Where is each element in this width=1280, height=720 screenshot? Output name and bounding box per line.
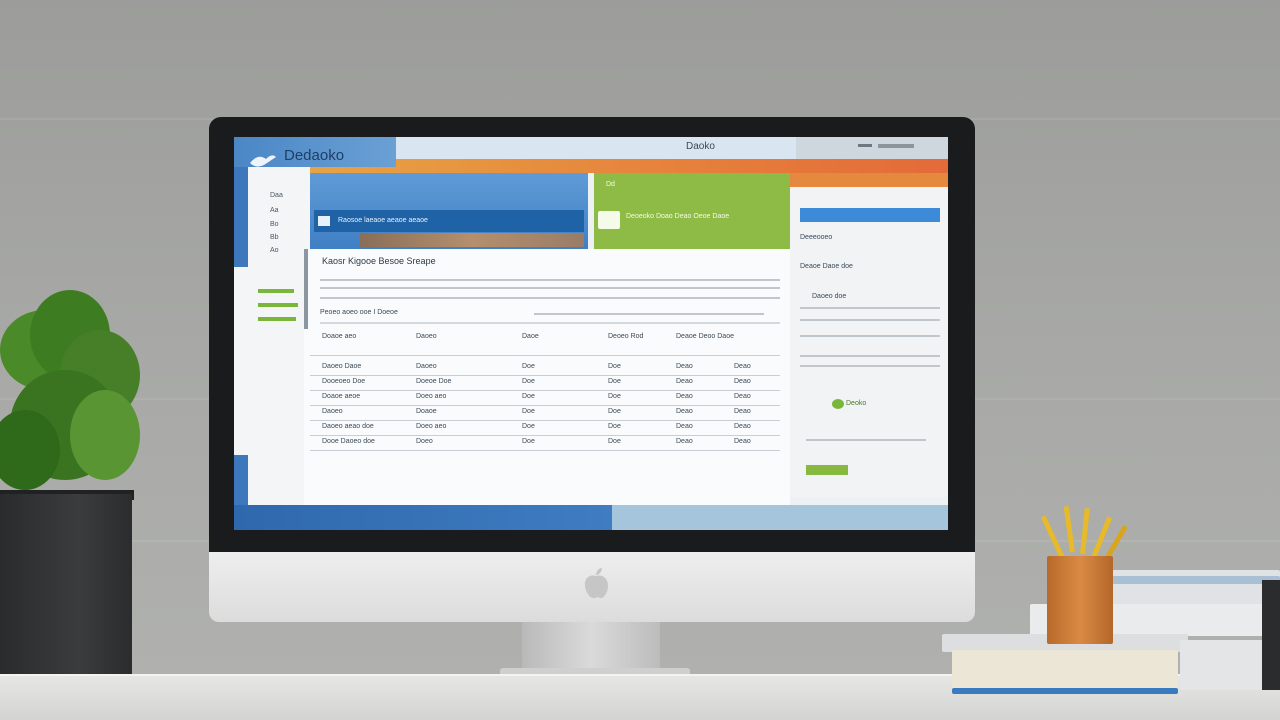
table-cell: Deao bbox=[734, 423, 751, 430]
primary-button[interactable] bbox=[800, 208, 940, 222]
table-cell: Daoeo aeao doe bbox=[322, 423, 374, 430]
table-cell: Deao bbox=[676, 438, 693, 445]
table-cell: Doe bbox=[608, 423, 621, 430]
table-cell: Deao bbox=[676, 423, 693, 430]
monitor-stand bbox=[522, 622, 660, 670]
book bbox=[1180, 640, 1270, 690]
table-cell: Doaoe aeoe bbox=[322, 393, 361, 400]
table-row[interactable] bbox=[310, 405, 780, 406]
table-row[interactable] bbox=[310, 420, 780, 421]
table-cell: Deao bbox=[734, 393, 751, 400]
text-line bbox=[800, 307, 940, 309]
table-cell: Daoeo Daoe bbox=[322, 363, 362, 370]
text-line bbox=[806, 439, 926, 441]
table-cell: Deao bbox=[734, 408, 751, 415]
pencil bbox=[1063, 506, 1075, 553]
right-link[interactable]: Deoko bbox=[846, 400, 866, 407]
table-cell: Deao bbox=[734, 438, 751, 445]
table-cell: Doe bbox=[522, 408, 535, 415]
table-cell: Deao bbox=[676, 378, 693, 385]
table-cell: Dooe Daoeo doe bbox=[322, 438, 375, 445]
table-cell: Daoeo bbox=[322, 408, 343, 415]
text-line bbox=[800, 335, 940, 337]
table-row[interactable] bbox=[310, 450, 780, 451]
table-cell: Doe bbox=[522, 438, 535, 445]
pencil bbox=[1080, 507, 1090, 555]
footer-bar-right bbox=[612, 505, 948, 530]
pencil bbox=[1040, 515, 1065, 560]
table-row[interactable] bbox=[310, 375, 780, 376]
footer-bar bbox=[234, 505, 612, 530]
table-cell: Doe bbox=[608, 408, 621, 415]
text-line bbox=[800, 319, 940, 321]
table-cell: Doaoe bbox=[416, 408, 437, 415]
table-cell: Deao bbox=[676, 393, 693, 400]
right-panel-item[interactable]: Deaoe Daoe doe bbox=[800, 263, 853, 270]
table-cell: Doe bbox=[522, 393, 535, 400]
table-cell: Doe bbox=[608, 393, 621, 400]
table-cell: Doeo aeo bbox=[416, 423, 447, 430]
table-cell: Dooeoeo Doe bbox=[322, 378, 366, 385]
table-cell: Doe bbox=[608, 438, 621, 445]
table-cell: Deao bbox=[734, 378, 751, 385]
right-panel-item[interactable]: Deeeooeo bbox=[800, 234, 832, 241]
table-cell: Doeo aeo bbox=[416, 393, 447, 400]
book bbox=[952, 650, 1178, 692]
action-button[interactable] bbox=[806, 465, 848, 475]
table-cell: Doe bbox=[522, 423, 535, 430]
table-cell: Daoeo bbox=[416, 363, 437, 370]
dark-object bbox=[1262, 580, 1280, 690]
chat-icon bbox=[832, 399, 844, 409]
right-panel-item[interactable]: Daoeo doe bbox=[812, 293, 846, 300]
table-cell: Doeoe Doe bbox=[416, 378, 452, 385]
monitor-screen: Dedaoko Daoko Daa Aa Bo Bb Ao Raosoe lae… bbox=[234, 137, 948, 530]
book-stripe bbox=[952, 688, 1178, 694]
table-row[interactable] bbox=[310, 435, 780, 436]
table-cell: Doeo bbox=[416, 438, 433, 445]
apple-logo-icon bbox=[584, 568, 608, 599]
book-stripe bbox=[1112, 576, 1280, 584]
pencil-cup bbox=[1047, 556, 1113, 644]
table-cell: Deao bbox=[676, 363, 693, 370]
text-line bbox=[800, 355, 940, 357]
table-row[interactable] bbox=[310, 390, 780, 391]
table-cell: Doe bbox=[522, 378, 535, 385]
table-cell: Deao bbox=[734, 363, 751, 370]
table-cell: Deao bbox=[676, 408, 693, 415]
table-cell: Doe bbox=[608, 378, 621, 385]
table-cell: Doe bbox=[608, 363, 621, 370]
table-cell: Doe bbox=[522, 363, 535, 370]
text-line bbox=[800, 365, 940, 367]
plant-pot bbox=[0, 494, 132, 676]
